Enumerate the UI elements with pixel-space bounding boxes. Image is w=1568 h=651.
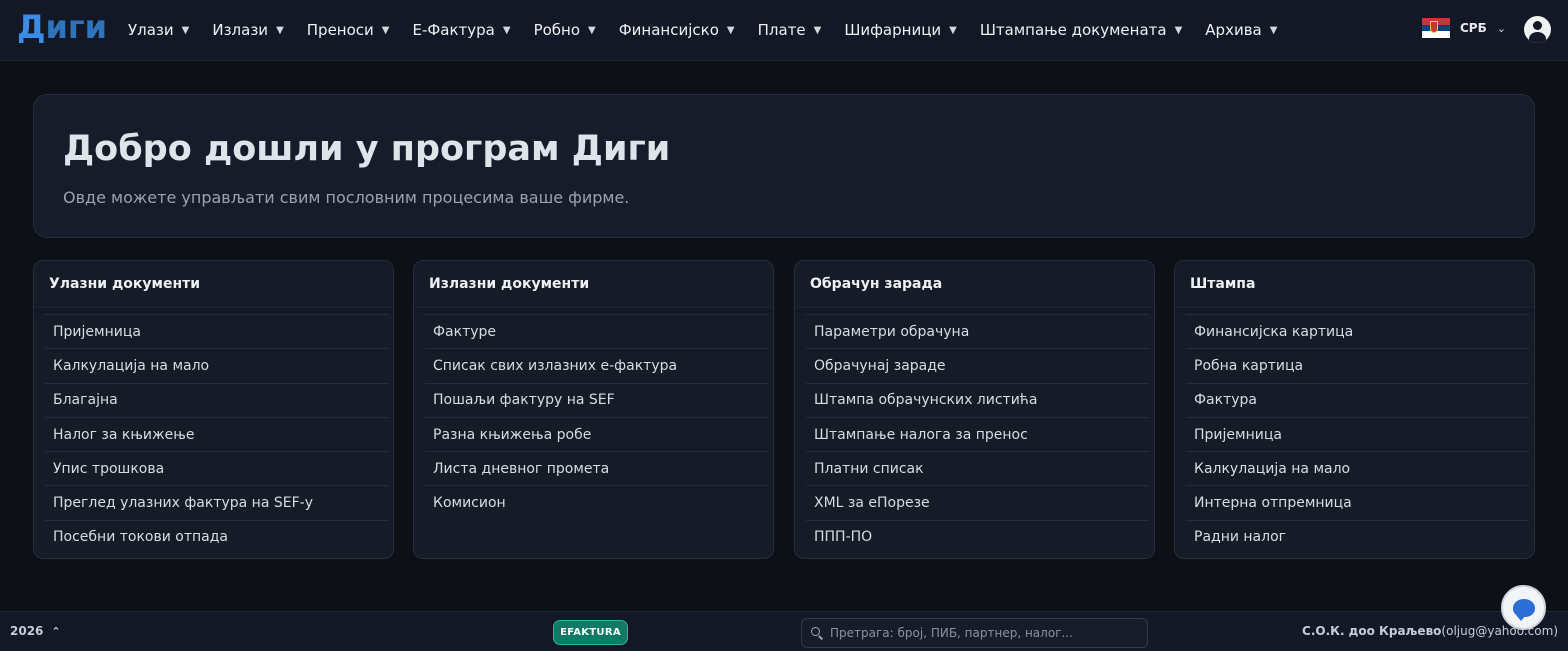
card-link[interactable]: ППП-ПО — [806, 519, 1149, 554]
menu-stampanje-dokumenata[interactable]: Штампање докумената ▼ — [980, 21, 1182, 39]
search-box[interactable] — [801, 618, 1148, 648]
search-input[interactable] — [830, 626, 1147, 640]
company-name: С.О.К. доо Краљево — [1302, 624, 1442, 638]
card-link[interactable]: Платни списак — [806, 451, 1149, 485]
card-link[interactable]: Фактуре — [425, 314, 768, 348]
card-divider — [34, 307, 393, 313]
card-divider — [795, 307, 1154, 313]
triangle-down-icon: ▼ — [502, 24, 511, 36]
card-link[interactable]: Листа дневног промета — [425, 451, 768, 485]
menu-label: Штампање докумената — [979, 21, 1167, 39]
card-title: Улазни документи — [49, 276, 201, 292]
card-link[interactable]: Комисион — [425, 485, 768, 519]
menu-arhiva[interactable]: Архива ▼ — [1205, 21, 1277, 39]
menu-sifarnici[interactable]: Шифарници ▼ — [844, 21, 957, 39]
chat-button[interactable] — [1501, 585, 1546, 630]
card-izlazni-dokumenti: Излазни документи Фактуре Списак свих из… — [413, 260, 774, 559]
menu-efaktura[interactable]: Е-Фактура ▼ — [412, 21, 510, 39]
main-menu: Улази ▼ Излази ▼ Преноси ▼ Е-Фактура ▼ Робно… — [128, 0, 1300, 60]
card-link[interactable]: Налог за књижење — [45, 416, 388, 451]
menu-label: Улази — [128, 21, 174, 39]
card-link[interactable]: Фактура — [1186, 382, 1529, 417]
triangle-down-icon: ▼ — [381, 24, 390, 36]
menu-label: Робно — [533, 21, 581, 39]
triangle-down-icon: ▼ — [588, 24, 596, 36]
card-title: Обрачун зарада — [810, 276, 943, 292]
card-link[interactable]: Штампање налога за пренос — [806, 416, 1149, 451]
card-divider — [414, 307, 773, 313]
triangle-down-icon: ▼ — [1174, 24, 1183, 36]
card-link[interactable]: Преглед улазних фактура на SEF-у — [45, 485, 388, 519]
menu-label: Преноси — [306, 21, 374, 39]
menu-label: Излази — [212, 21, 269, 39]
menu-plate[interactable]: Плате ▼ — [758, 21, 822, 39]
chevron-down-icon: ⌄ — [1496, 21, 1506, 35]
welcome-title: Добро дошли у програм Диги — [63, 129, 671, 169]
card-link[interactable]: Интерна отпремница — [1186, 485, 1529, 519]
card-title: Излазни документи — [429, 276, 590, 292]
triangle-down-icon: ▼ — [813, 24, 822, 36]
card-link[interactable]: Калкулација на мало — [1186, 451, 1529, 485]
card-link[interactable]: Калкулација на мало — [45, 348, 388, 382]
card-ulazni-dokumenti: Улазни документи Пријемница Калкулација … — [33, 260, 394, 559]
card-link-list: Параметри обрачуна Обрачунај зараде Штам… — [806, 314, 1149, 554]
card-link[interactable]: Финансијска картица — [1186, 314, 1529, 348]
welcome-subtitle: Овде можете управљати свим пословним про… — [63, 188, 630, 207]
card-link[interactable]: XML за еПорезе — [806, 485, 1149, 519]
card-link-list: Пријемница Калкулација на мало Благајна … — [45, 314, 388, 554]
card-link[interactable]: Штампа обрачунских листића — [806, 382, 1149, 417]
year-value: 2026 — [10, 624, 44, 638]
card-title: Штампа — [1190, 276, 1256, 292]
card-divider — [1175, 307, 1534, 313]
language-code: СРБ — [1460, 21, 1487, 35]
chat-bubble-icon — [1512, 598, 1535, 621]
user-circle-icon[interactable] — [1524, 16, 1551, 43]
card-link[interactable]: Радни налог — [1186, 519, 1529, 554]
efaktura-badge[interactable]: EFAKTURA — [553, 620, 628, 645]
menu-finansijsko[interactable]: Финансијско ▼ — [619, 21, 735, 39]
year-selector[interactable]: 2026 ⌃ — [10, 624, 61, 638]
card-link[interactable]: Посебни токови отпада — [45, 519, 388, 554]
menu-label: Плате — [757, 21, 806, 39]
card-obracun-zarada: Обрачун зарада Параметри обрачуна Обрачу… — [794, 260, 1155, 559]
menu-label: Архива — [1205, 21, 1262, 39]
card-link[interactable]: Робна картица — [1186, 348, 1529, 382]
triangle-down-icon: ▼ — [181, 24, 190, 36]
company-email: (oljug@yahoo.com) — [1441, 624, 1558, 638]
menu-ulazi[interactable]: Улази ▼ — [128, 21, 189, 39]
language-selector[interactable]: СРБ ⌄ — [1422, 18, 1506, 39]
card-link[interactable]: Пријемница — [1186, 416, 1529, 451]
card-link[interactable]: Списак свих излазних е-фактура — [425, 348, 768, 382]
card-link-list: Фактуре Списак свих излазних е-фактура П… — [425, 314, 768, 520]
triangle-down-icon: ▼ — [726, 24, 735, 36]
card-link[interactable]: Пријемница — [45, 314, 388, 348]
menu-label: Е-Фактура — [412, 21, 495, 39]
card-link[interactable]: Упис трошкова — [45, 451, 388, 485]
menu-label: Финансијско — [618, 21, 719, 39]
menu-label: Шифарници — [844, 21, 942, 39]
serbia-flag-icon — [1422, 18, 1450, 39]
app-logo[interactable]: Диги — [17, 8, 107, 46]
top-navbar: Диги Улази ▼ Излази ▼ Преноси ▼ Е-Фактура ▼ … — [0, 0, 1568, 61]
menu-robno[interactable]: Робно ▼ — [534, 21, 596, 39]
menu-izlazi[interactable]: Излази ▼ — [212, 21, 283, 39]
triangle-down-icon: ▼ — [276, 24, 284, 36]
card-link[interactable]: Обрачунај зараде — [806, 348, 1149, 382]
logo-first-letter: Д — [17, 8, 46, 46]
triangle-down-icon: ▼ — [1269, 24, 1278, 36]
card-link-list: Финансијска картица Робна картица Фактур… — [1186, 314, 1529, 554]
card-link[interactable]: Разна књижења робе — [425, 416, 768, 451]
logo-rest: иги — [45, 8, 108, 46]
chevron-up-icon: ⌃ — [51, 624, 61, 638]
menu-prenosi[interactable]: Преноси ▼ — [307, 21, 390, 39]
search-icon — [811, 627, 824, 640]
footer-bar: 2026 ⌃ EFAKTURA С.О.К. доо Краљево(oljug… — [0, 611, 1568, 651]
card-link[interactable]: Пошаљи фактуру на SEF — [425, 382, 768, 417]
card-link[interactable]: Параметри обрачуна — [806, 314, 1149, 348]
card-stampa: Штампа Финансијска картица Робна картица… — [1174, 260, 1535, 559]
welcome-panel: Добро дошли у програм Диги Овде можете у… — [33, 94, 1535, 238]
triangle-down-icon: ▼ — [949, 24, 957, 36]
card-link[interactable]: Благајна — [45, 382, 388, 417]
